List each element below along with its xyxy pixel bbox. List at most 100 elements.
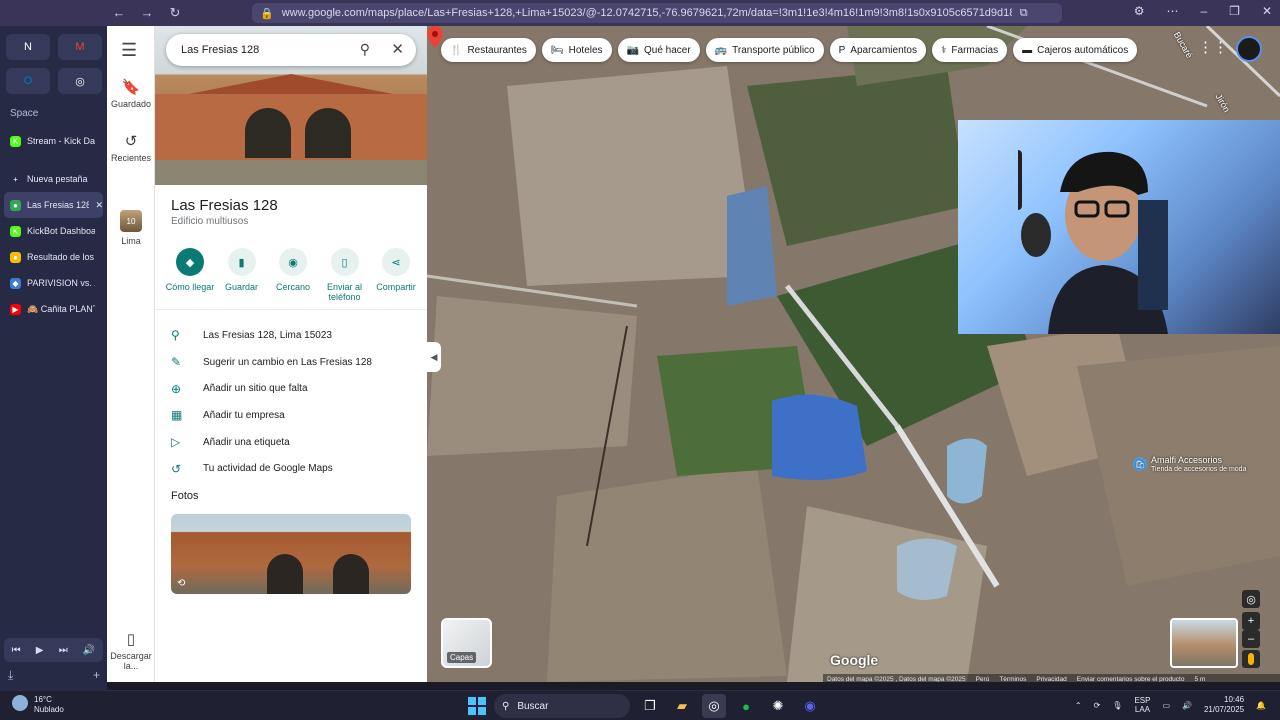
google-apps-icon[interactable]: ⋮⋮ [1198, 38, 1228, 56]
network-icon[interactable]: ▭ [1162, 701, 1170, 710]
notification-bell-icon[interactable]: 🔔 [1256, 701, 1266, 710]
language-indicator[interactable]: ESP LAA [1134, 696, 1150, 714]
action-bookmark[interactable]: ▮ Guardar [217, 248, 267, 302]
taskbar-search[interactable]: ⚲ Buscar [494, 694, 630, 718]
taskbar-apps: ⚲ Buscar ❐ ▰ ◎ ● ✺ ◉ [468, 694, 822, 718]
system-tray: ⌃ ⟳ 🎙 ESP LAA ▭ 🔊 10:46 21/07/2025 🔔 [1075, 695, 1266, 715]
site-settings-icon[interactable]: 🔒 [260, 7, 274, 20]
close-icon[interactable]: ✕ [391, 40, 404, 58]
gmail-icon[interactable]: M [58, 34, 102, 60]
my-location-icon[interactable]: ◎ [1242, 590, 1260, 608]
map-pin-icon[interactable] [427, 26, 443, 48]
account-avatar[interactable] [1236, 36, 1262, 62]
outlook-icon[interactable]: O [6, 68, 50, 94]
info-row[interactable]: ↺ Tu actividad de Google Maps [171, 455, 421, 482]
sidebar-tab[interactable]: K Stream - Kick Dashb [4, 128, 103, 154]
volume-icon[interactable]: 🔊 [1182, 701, 1192, 710]
temperature: 16°C [34, 695, 52, 704]
zoom-in-icon[interactable]: + [1242, 612, 1260, 630]
place-category[interactable]: Edificio multiusos [171, 216, 248, 227]
reload-icon[interactable]: ↻ [166, 5, 184, 21]
photo-thumbnail[interactable]: ⟲ [171, 514, 411, 594]
rail-recent[interactable]: ↺ Recientes [107, 132, 155, 163]
map-footer-item[interactable]: 5 m [1194, 676, 1205, 683]
chip-qué-hacer[interactable]: 📷 Qué hacer [617, 38, 700, 62]
chip-transporte-público[interactable]: 🚌 Transporte público [705, 38, 824, 62]
extensions-icon[interactable]: ⚙ [1134, 4, 1145, 18]
map-footer-item[interactable]: Términos [999, 676, 1026, 683]
info-row[interactable]: ✎ Sugerir un cambio en Las Fresias 128 [171, 349, 421, 376]
rail-saved[interactable]: 🔖 Guardado [107, 78, 155, 109]
sidebar-tab[interactable]: + Nueva pestaña [4, 166, 103, 192]
minimize-icon[interactable]: – [1200, 4, 1207, 18]
notion-icon[interactable]: N [6, 34, 50, 60]
sidebar-tab[interactable]: ● Las Fresias 128 ✕ [4, 192, 103, 218]
sidebar-tab[interactable]: ● Resultado de los pa [4, 244, 103, 270]
rail-download-app[interactable]: ▯ Descargar la... [107, 630, 155, 671]
volume-icon[interactable]: 🔊 [83, 645, 95, 656]
action-phone[interactable]: ▯ Enviar al teléfono [320, 248, 370, 302]
sidebar-tab[interactable]: K KickBot Dashboard [4, 218, 103, 244]
hero-roof [188, 74, 394, 94]
next-track-icon[interactable]: ⏭ [59, 645, 68, 656]
chip-farmacias[interactable]: ⚕ Farmacias [931, 38, 1008, 62]
action-directions[interactable]: ◆ Cómo llegar [165, 248, 215, 302]
satellite-map[interactable]: 🍴 Restaurantes 🛏 Hoteles 📷 Qué hacer 🚌 Transpor… [427, 26, 1280, 682]
close-window-icon[interactable]: ✕ [1262, 4, 1272, 18]
zoom-out-icon[interactable]: – [1242, 630, 1260, 648]
maximize-icon[interactable]: ❐ [1229, 4, 1240, 18]
chip-icon: 🛏 [550, 44, 564, 56]
new-tab-icon[interactable]: + [93, 668, 100, 683]
sidebar-tab[interactable]: ◆ PARIVISION vs. Zer [4, 270, 103, 296]
chip-restaurantes[interactable]: 🍴 Restaurantes [441, 38, 536, 62]
address-bar[interactable]: 🔒 www.google.com/maps/place/Las+Fresias+… [252, 3, 1062, 23]
play-icon[interactable]: ▶ [36, 645, 44, 656]
menu-icon[interactable]: ☰ [121, 40, 137, 61]
phone-icon: ▯ [126, 631, 136, 648]
chevron-up-icon[interactable]: ⌃ [1075, 701, 1082, 710]
task-view-icon[interactable]: ❐ [638, 694, 662, 718]
search-input[interactable]: Las Fresias 128 [181, 44, 259, 56]
chatgpt-icon[interactable]: ◎ [58, 68, 102, 94]
poi-amalfi[interactable]: 🛍 Amalfi Accesorios Tienda de accesorios… [1133, 456, 1246, 474]
back-icon[interactable]: ← [110, 5, 128, 21]
map-footer-item[interactable]: Privacidad [1036, 676, 1066, 683]
map-footer-item[interactable]: Perú [976, 676, 990, 683]
copy-link-icon[interactable]: ⧉ [1020, 7, 1028, 20]
action-nearby[interactable]: ◉ Cercano [268, 248, 318, 302]
chip-aparcamientos[interactable]: P Aparcamientos [829, 38, 926, 62]
layers-button[interactable]: Capas [441, 618, 492, 668]
discord-icon[interactable]: ◉ [798, 694, 822, 718]
street-view-thumbnail[interactable] [1170, 618, 1238, 668]
rail-lima[interactable]: 10 Lima [107, 210, 155, 246]
info-row[interactable]: ▦ Añadir tu empresa [171, 402, 421, 429]
forward-icon[interactable]: → [138, 5, 156, 21]
microphone-icon[interactable]: 🎙 [1112, 701, 1122, 710]
info-row[interactable]: ⚲ Las Fresias 128, Lima 15023 [171, 322, 421, 349]
sync-icon[interactable]: ⟳ [1094, 701, 1101, 710]
weather-widget[interactable]: 16°C Nublado [12, 695, 64, 715]
hero-arch [245, 108, 291, 158]
chip-cajeros-automáticos[interactable]: ▬ Cajeros automáticos [1013, 38, 1138, 62]
more-icon[interactable]: ⋯ [1166, 4, 1178, 18]
start-icon[interactable] [468, 697, 486, 715]
map-footer-item[interactable]: Enviar comentarios sobre el producto [1077, 676, 1185, 683]
info-row[interactable]: ⊕ Añadir un sitio que falta [171, 375, 421, 402]
file-explorer-icon[interactable]: ▰ [670, 694, 694, 718]
sidebar-tab[interactable]: ▶ 🙈 Cañita PLANTÓ [4, 296, 103, 322]
clock[interactable]: 10:46 21/07/2025 [1204, 695, 1244, 715]
search-icon[interactable]: ⚲ [360, 41, 370, 58]
chip-label: Farmacias [951, 44, 999, 56]
chatgpt-icon[interactable]: ✺ [766, 694, 790, 718]
collapse-panel-icon[interactable]: ◀ [427, 342, 441, 372]
spotify-icon[interactable]: ● [734, 694, 758, 718]
search-box[interactable]: Las Fresias 128 ⚲ ✕ [166, 34, 416, 66]
chip-hoteles[interactable]: 🛏 Hoteles [541, 38, 612, 62]
close-tab-icon[interactable]: ✕ [95, 200, 103, 211]
arc-browser-icon[interactable]: ◎ [702, 694, 726, 718]
previous-track-icon[interactable]: ⏮ [12, 645, 21, 656]
action-share[interactable]: ⋖ Compartir [371, 248, 421, 302]
info-row[interactable]: ▷ Añadir una etiqueta [171, 429, 421, 456]
downloads-icon[interactable]: ⤓ [8, 668, 13, 683]
pegman-icon[interactable] [1242, 650, 1260, 668]
